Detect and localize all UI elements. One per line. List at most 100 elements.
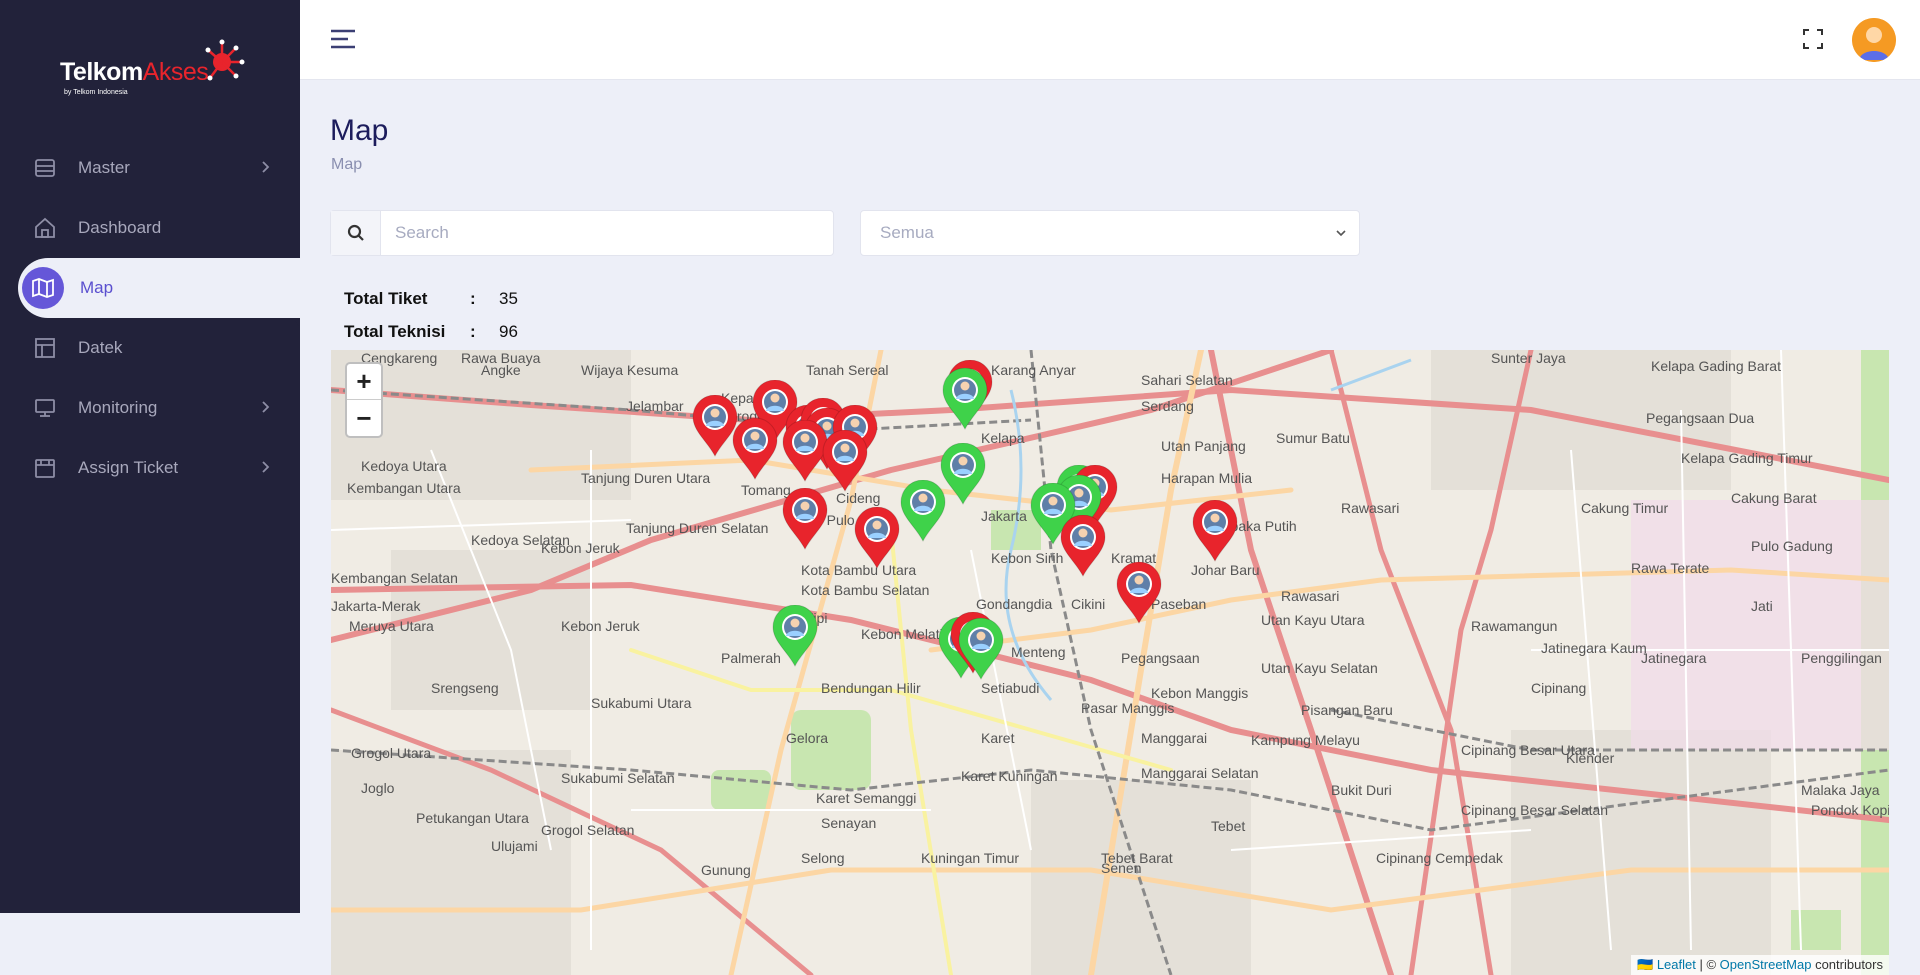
sidebar-item-label: Map bbox=[80, 278, 114, 297]
topbar bbox=[300, 0, 1920, 80]
map-place-label: Setiabudi bbox=[981, 680, 1040, 696]
ticket-marker-icon[interactable] bbox=[821, 429, 869, 493]
ticket-icon bbox=[32, 455, 58, 481]
user-avatar[interactable] bbox=[1852, 18, 1896, 62]
ticket-marker-icon[interactable] bbox=[1115, 561, 1163, 625]
chevron-right-icon bbox=[262, 161, 270, 173]
map-canvas[interactable]: Cengkareng Rawa Buaya Angke Wijaya Kesuma Ta… bbox=[331, 350, 1889, 975]
map-place-label: Cikini bbox=[1071, 596, 1106, 612]
sidebar-item-assign-ticket[interactable]: Assign Ticket bbox=[0, 438, 300, 498]
map-place-label: Pondok Kopi bbox=[1811, 802, 1889, 818]
map-place-label: Angke bbox=[481, 362, 521, 378]
hamburger-icon[interactable] bbox=[330, 28, 356, 50]
map-place-label: Manggarai bbox=[1141, 730, 1208, 746]
stats-panel: Total Tiket : 35 Total Teknisi : 96 bbox=[344, 282, 518, 348]
search-input[interactable] bbox=[381, 211, 833, 255]
brand-logo[interactable]: TelkomAkses by Telkom Indonesia bbox=[0, 0, 300, 138]
map-place-label: Sahari Selatan bbox=[1141, 372, 1233, 388]
map-place-label: Kedoya Utara bbox=[361, 458, 447, 474]
sidebar-item-dashboard[interactable]: Dashboard bbox=[0, 198, 300, 258]
map-place-label: Kampung Melayu bbox=[1251, 732, 1360, 748]
chevron-down-icon bbox=[1336, 230, 1346, 237]
technician-marker-icon[interactable] bbox=[957, 617, 1005, 681]
status-select-value: Semua bbox=[880, 223, 934, 242]
fullscreen-icon[interactable] bbox=[1802, 28, 1824, 50]
breadcrumb[interactable]: Map bbox=[331, 156, 362, 174]
sidebar: TelkomAkses by Telkom Indonesia Master D… bbox=[0, 0, 300, 913]
ticket-marker-icon[interactable] bbox=[1059, 514, 1107, 578]
map-place-label: Srengseng bbox=[431, 680, 499, 696]
map-place-label: Malaka Jaya bbox=[1801, 782, 1880, 798]
map-place-label: Sukabumi Selatan bbox=[561, 770, 675, 786]
map-place-label: Jati bbox=[1751, 598, 1773, 614]
map-place-label: Menteng bbox=[1011, 644, 1066, 660]
map-place-label: Harapan Mulia bbox=[1161, 470, 1253, 486]
search-field bbox=[330, 210, 834, 256]
ticket-marker-icon[interactable] bbox=[853, 506, 901, 570]
map-place-label: Ulujami bbox=[491, 838, 538, 854]
sidebar-item-datek[interactable]: Datek bbox=[0, 318, 300, 378]
map-place-label: Petukangan Utara bbox=[416, 810, 529, 826]
map-place-label: Wijaya Kesuma bbox=[581, 362, 679, 378]
map-place-label: Grogol Utara bbox=[351, 745, 432, 761]
technician-marker-icon[interactable] bbox=[771, 604, 819, 668]
map-place-label: Cipinang Besar Selatan bbox=[1461, 802, 1609, 818]
map-place-label: Sunter Jaya bbox=[1491, 350, 1566, 366]
map-place-label: Joglo bbox=[361, 780, 395, 796]
map-place-label: Pulo Gadung bbox=[1751, 538, 1833, 554]
map-place-label: Tebet bbox=[1211, 818, 1246, 834]
osm-link[interactable]: OpenStreetMap bbox=[1720, 957, 1812, 972]
map-place-label: Cideng bbox=[836, 490, 881, 506]
stat-label: Total Tiket bbox=[344, 288, 428, 308]
map-place-label: Rawa Terate bbox=[1631, 560, 1710, 576]
ticket-marker-icon[interactable] bbox=[781, 487, 829, 551]
map-place-label: Pisangan Baru bbox=[1301, 702, 1393, 718]
map-place-label: Rawasari bbox=[1281, 588, 1340, 604]
map-place-label: Utan Kayu Selatan bbox=[1261, 660, 1378, 676]
technician-marker-icon[interactable] bbox=[941, 367, 989, 431]
map-place-label: Rawasari bbox=[1341, 500, 1400, 516]
ticket-marker-icon[interactable] bbox=[1191, 499, 1239, 563]
map-place-label: Serdang bbox=[1141, 398, 1194, 414]
layout-icon bbox=[32, 335, 58, 361]
zoom-out-button[interactable]: − bbox=[347, 400, 381, 436]
map-place-label: Kembangan Selatan bbox=[331, 570, 458, 586]
ticket-marker-icon[interactable] bbox=[731, 417, 779, 481]
map-place-label: Jakarta bbox=[981, 508, 1027, 524]
map-place-label: Kelapa Gading Timur bbox=[1681, 450, 1813, 466]
zoom-in-button[interactable]: + bbox=[347, 364, 381, 400]
page-title: Map bbox=[330, 114, 389, 147]
status-select[interactable]: Semua bbox=[860, 210, 1360, 256]
map-place-label: Karet Kuningan bbox=[961, 768, 1058, 784]
map-place-label: Kota Bambu Selatan bbox=[801, 582, 930, 598]
map-place-label: Gondangdia bbox=[976, 596, 1053, 612]
map-place-label: Tanah Sereal bbox=[806, 362, 889, 378]
chevron-right-icon bbox=[262, 461, 270, 473]
map-place-label: Cipinang bbox=[1531, 680, 1587, 696]
map-place-label: Utan Kayu Utara bbox=[1261, 612, 1365, 628]
map-place-label: Manggarai Selatan bbox=[1141, 765, 1259, 781]
leaflet-flag-icon: 🇺🇦 bbox=[1637, 957, 1654, 972]
map-place-label: Grogol Selatan bbox=[541, 822, 635, 838]
map-place-label: Cipinang Cempedak bbox=[1376, 850, 1503, 866]
map-place-label: Johar Baru bbox=[1191, 562, 1260, 578]
map-place-label: Cakung Timur bbox=[1581, 500, 1669, 516]
leaflet-link[interactable]: Leaflet bbox=[1657, 957, 1696, 972]
sidebar-item-map[interactable]: Map bbox=[18, 258, 300, 318]
map-place-label: Kelapa Gading Barat bbox=[1651, 358, 1781, 374]
sidebar-item-monitoring[interactable]: Monitoring bbox=[0, 378, 300, 438]
technician-marker-icon[interactable] bbox=[899, 479, 947, 543]
map-place-label: Kebon Jeruk bbox=[541, 540, 620, 556]
map-place-label: Tanjung Duren Utara bbox=[581, 470, 711, 486]
map-place-label: Klender bbox=[1566, 750, 1615, 766]
map-place-label: Bukit Duri bbox=[1331, 782, 1392, 798]
map-place-label: Kebon Jeruk bbox=[561, 618, 640, 634]
chevron-right-icon bbox=[262, 401, 270, 413]
map-place-label: Jatinegara bbox=[1641, 650, 1707, 666]
map-place-label: Pegangsaan Dua bbox=[1646, 410, 1755, 426]
sidebar-item-label: Dashboard bbox=[78, 218, 162, 237]
sidebar-item-master[interactable]: Master bbox=[0, 138, 300, 198]
map-attribution: 🇺🇦 Leaflet | © OpenStreetMap contributor… bbox=[1631, 955, 1889, 975]
map-place-label: Bendungan Hilir bbox=[821, 680, 921, 696]
map-place-label: Gelora bbox=[786, 730, 829, 746]
